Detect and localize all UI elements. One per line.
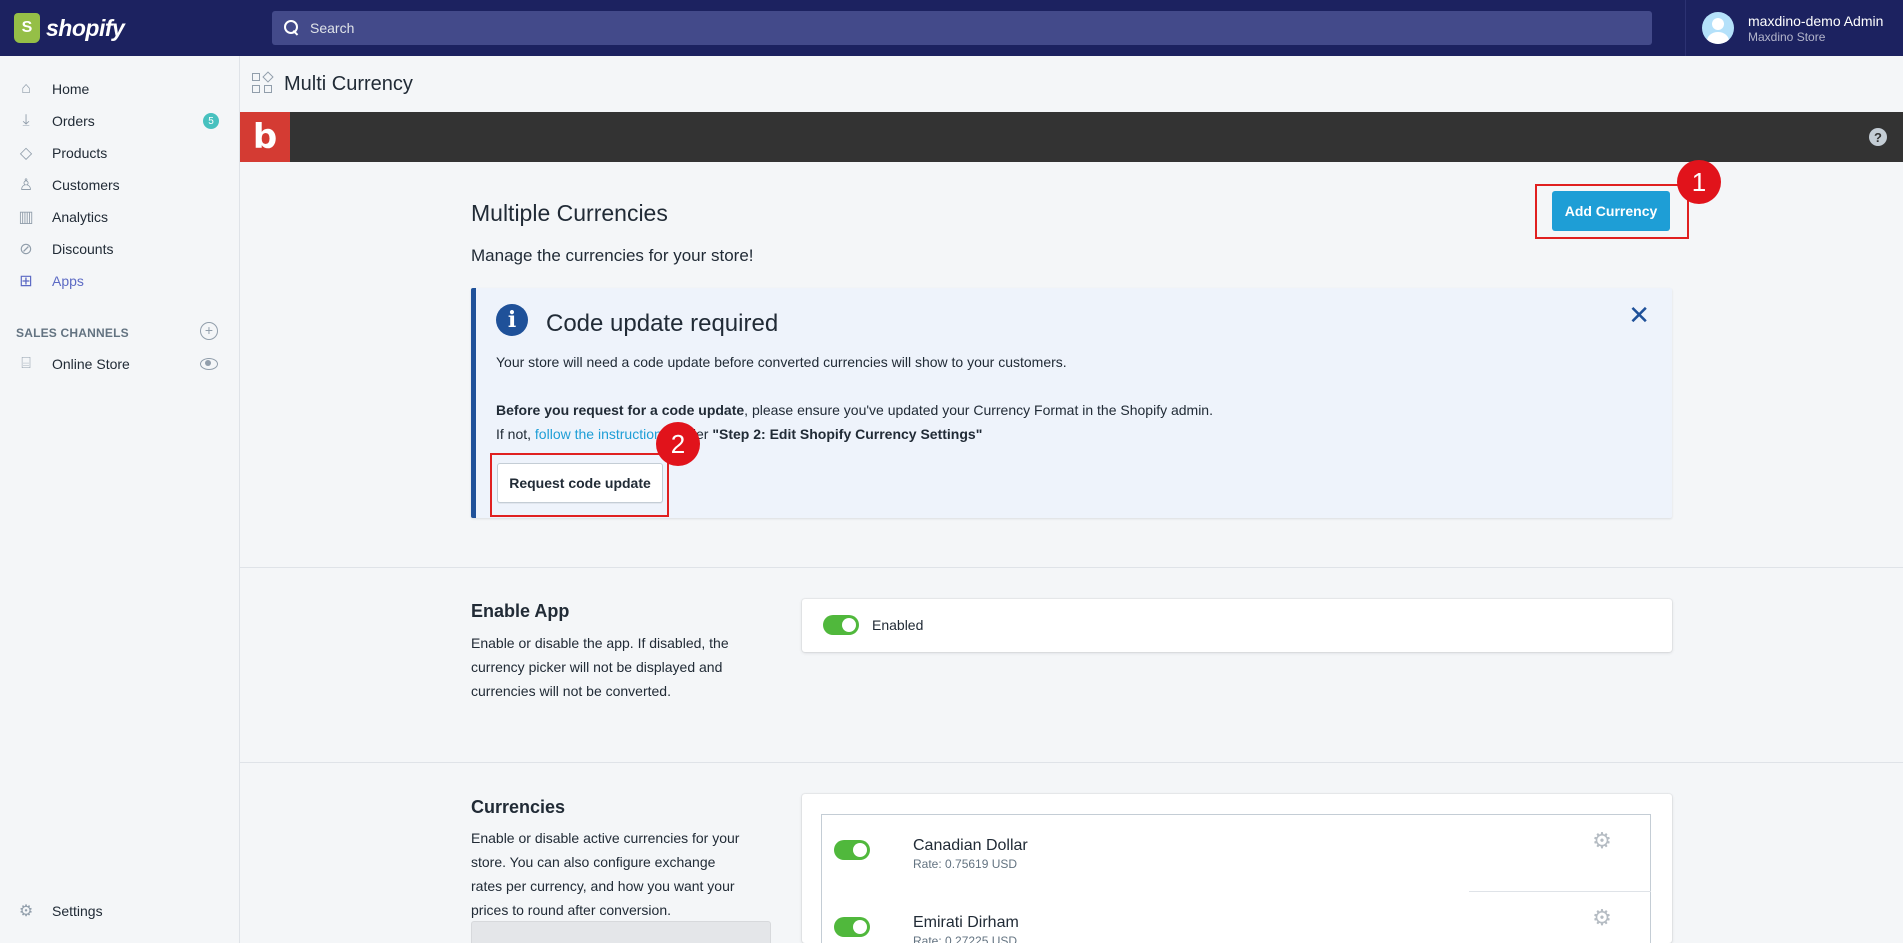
currency-name: Canadian Dollar	[913, 837, 1028, 854]
notice-title: Code update required	[546, 310, 779, 337]
sidebar-item-orders[interactable]: ⤓ Orders 5	[0, 105, 240, 137]
search-icon	[284, 20, 300, 36]
notice-bold: Before you request for a code update	[496, 402, 745, 418]
notice-text-3: If not, follow the instructions under "S…	[496, 426, 982, 442]
app-logo[interactable]: b	[240, 112, 290, 162]
sidebar-item-label: Orders	[52, 113, 95, 129]
apps-icon: ⊞	[19, 273, 33, 290]
add-sales-channel-icon[interactable]: +	[200, 322, 218, 340]
page-header: Multi Currency	[240, 56, 1903, 112]
sidebar-item-home[interactable]: ⌂ Home	[0, 73, 240, 105]
discount-icon: ⊘	[19, 241, 33, 258]
currency-toggle[interactable]	[834, 840, 870, 860]
user-menu[interactable]: maxdino-demo Admin Maxdino Store	[1685, 0, 1903, 56]
info-icon: i	[496, 304, 528, 336]
sidebar-item-label: Analytics	[52, 209, 109, 225]
callout-number-1: 1	[1677, 160, 1721, 204]
person-icon: ♙	[18, 177, 34, 194]
sidebar-item-analytics[interactable]: ▥ Analytics	[0, 201, 240, 233]
close-icon[interactable]: ✕	[1628, 302, 1650, 328]
eye-icon[interactable]	[200, 358, 218, 370]
sales-channels-heading: SALES CHANNELS	[16, 326, 129, 340]
section-subheading: Manage the currencies for your store!	[471, 246, 754, 265]
enable-app-description: Enable or disable the app. If disabled, …	[471, 635, 729, 699]
sidebar: ⌂ Home ⤓ Orders 5 ◇ Products ♙ Customers…	[0, 56, 240, 943]
enable-app-toggle[interactable]	[823, 615, 859, 635]
notice-step-bold: "Step 2: Edit Shopify Currency Settings"	[712, 426, 983, 442]
sidebar-item-apps[interactable]: ⊞ Apps	[0, 265, 240, 297]
currencies-description: Enable or disable active currencies for …	[471, 830, 740, 918]
currency-row-divider	[1469, 891, 1651, 892]
tag-icon: ◇	[19, 145, 33, 162]
sidebar-item-settings[interactable]: ⚙ Settings	[0, 895, 240, 927]
gear-icon[interactable]: ⚙	[1591, 830, 1613, 852]
section-heading: Multiple Currencies	[471, 200, 668, 226]
sidebar-item-label: Online Store	[52, 356, 130, 372]
notice-text-2: Before you request for a code update, pl…	[496, 402, 1213, 418]
avatar	[1702, 12, 1734, 44]
orders-icon: ⤓	[22, 112, 30, 129]
bar-chart-icon: ▥	[18, 209, 34, 226]
gear-icon[interactable]: ⚙	[1591, 907, 1613, 929]
notice-prefix: If not,	[496, 426, 535, 442]
orders-count-badge: 5	[203, 113, 219, 129]
notice-text: Your store will need a code update befor…	[496, 354, 1067, 370]
search-placeholder: Search	[310, 20, 355, 36]
currency-rate: Rate: 0.27225 USD	[913, 934, 1018, 943]
app-bar: b ?	[240, 112, 1903, 162]
toggle-label: Enabled	[872, 617, 924, 633]
sidebar-item-discounts[interactable]: ⊘ Discounts	[0, 233, 240, 265]
currency-toggle[interactable]	[834, 917, 870, 937]
sidebar-item-products[interactable]: ◇ Products	[0, 137, 240, 169]
store-icon: ⌸	[21, 355, 31, 372]
section-divider	[240, 762, 1903, 763]
sidebar-item-label: Home	[52, 81, 90, 97]
home-icon: ⌂	[21, 80, 31, 97]
shopping-bag-icon: S	[14, 13, 40, 43]
notice-rest: , please ensure you've updated your Curr…	[744, 402, 1213, 418]
enable-app-heading: Enable App	[471, 601, 570, 621]
sidebar-item-customers[interactable]: ♙ Customers	[0, 169, 240, 201]
callout-number-2: 2	[656, 422, 700, 466]
currencies-heading: Currencies	[471, 797, 566, 817]
sidebar-item-label: Apps	[52, 273, 84, 289]
sidebar-item-label: Settings	[52, 903, 103, 919]
help-icon[interactable]: ?	[1869, 128, 1887, 146]
enable-app-card: Enabled	[802, 599, 1672, 652]
callout-highlight-2	[490, 453, 669, 517]
currency-name: Emirati Dirham	[913, 914, 1019, 931]
top-bar: S shopify Search maxdino-demo Admin Maxd…	[0, 0, 1903, 56]
user-store: Maxdino Store	[1748, 29, 1826, 44]
search-input[interactable]: Search	[272, 11, 1652, 45]
section-divider	[240, 567, 1903, 568]
sidebar-item-label: Discounts	[52, 241, 114, 257]
brand-name: shopify	[46, 14, 125, 41]
page-title: Multi Currency	[284, 72, 413, 95]
currencies-input[interactable]	[471, 921, 771, 943]
callout-highlight-1	[1535, 184, 1689, 239]
instructions-link[interactable]: follow the instructions	[535, 426, 669, 442]
sidebar-item-label: Products	[52, 145, 108, 161]
sidebar-item-label: Customers	[52, 177, 120, 193]
apps-icon	[252, 71, 274, 95]
gear-icon: ⚙	[18, 903, 34, 920]
currency-list: Canadian Dollar Rate: 0.75619 USD ⚙ Emir…	[821, 814, 1651, 943]
currency-rate: Rate: 0.75619 USD	[913, 857, 1018, 871]
shopify-logo[interactable]: S shopify	[0, 0, 240, 56]
user-name: maxdino-demo Admin	[1748, 12, 1884, 29]
